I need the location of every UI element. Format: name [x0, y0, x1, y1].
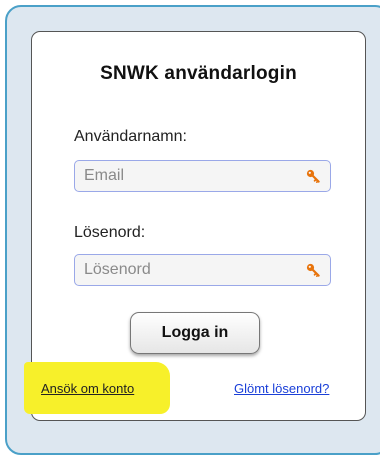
- forgot-password-link[interactable]: Glömt lösenord?: [234, 381, 329, 396]
- password-label: Lösenord:: [74, 224, 146, 241]
- login-title: SNWK användarlogin: [100, 63, 297, 84]
- password-field-container: [74, 254, 331, 286]
- email-field-container: [74, 160, 331, 192]
- username-label: Användarnamn:: [74, 128, 187, 145]
- apply-account-link[interactable]: Ansök om konto: [41, 381, 134, 396]
- password-field[interactable]: [75, 255, 295, 285]
- email-field[interactable]: [75, 161, 295, 191]
- key-icon: [306, 263, 320, 277]
- key-icon: [306, 169, 320, 183]
- login-button[interactable]: Logga in: [130, 312, 260, 354]
